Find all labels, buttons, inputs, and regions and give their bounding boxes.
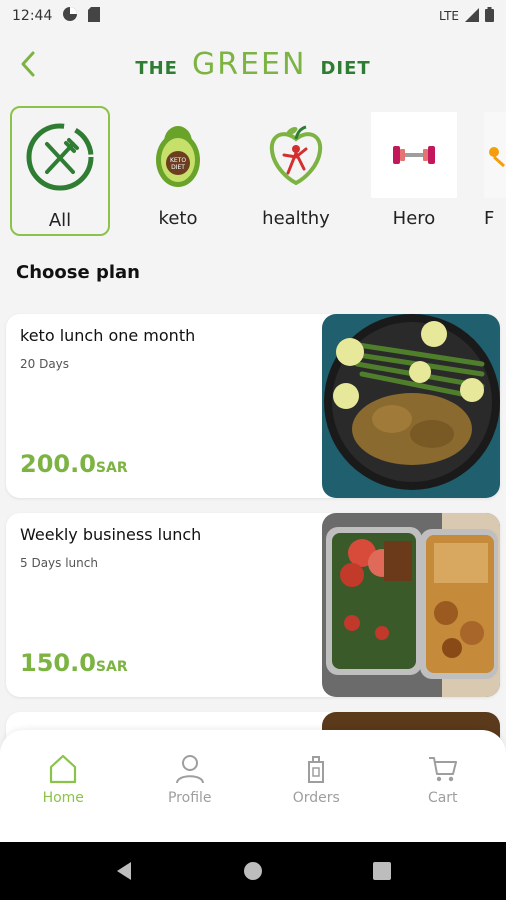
- system-home-button[interactable]: [233, 851, 273, 891]
- price-amount: 200.0: [20, 450, 96, 478]
- price-amount: 150.0: [20, 649, 96, 677]
- plan-name: Weekly business lunch: [20, 525, 202, 544]
- category-healthy[interactable]: healthy: [246, 106, 346, 236]
- brand-green: GREEN: [191, 46, 307, 82]
- back-button[interactable]: [12, 48, 44, 80]
- fork-knife-icon: [17, 114, 103, 200]
- plan-price: 150.0SAR: [20, 649, 128, 677]
- nav-label: Cart: [427, 790, 458, 806]
- category-label: Hero: [392, 208, 436, 229]
- svg-text:DIET: DIET: [171, 164, 185, 171]
- category-label: keto: [158, 208, 198, 229]
- category-label: F: [484, 208, 495, 229]
- category-keto[interactable]: KETO DIET keto: [128, 106, 228, 236]
- plan-image: [322, 314, 500, 498]
- chevron-left-icon: [21, 51, 35, 77]
- price-currency: SAR: [95, 460, 128, 476]
- plan-duration: 20 Days: [20, 357, 70, 371]
- brand-diet: DIET: [320, 57, 371, 79]
- plan-duration: 5 Days lunch: [20, 556, 98, 570]
- category-list: All KETO DIET keto healthy Hero F: [0, 106, 506, 238]
- dumbbell-icon: [371, 112, 457, 198]
- system-back-button[interactable]: [104, 851, 144, 891]
- apple-heart-icon: [253, 112, 339, 198]
- signal-icon: [465, 7, 479, 25]
- plan-card[interactable]: Weekly business lunch 5 Days lunch 150.0…: [6, 513, 500, 697]
- bottom-navigation: Home Profile Orders Cart: [0, 730, 506, 842]
- nav-home[interactable]: Home: [0, 754, 127, 806]
- plan-card[interactable]: keto lunch one month 20 Days 200.0SAR: [6, 314, 500, 498]
- square-recents-icon: [372, 862, 391, 880]
- app-header: THE GREEN DIET: [0, 36, 506, 92]
- circle-home-icon: [243, 862, 262, 880]
- status-bar: 12:44 LTE: [0, 0, 506, 32]
- category-label: All: [48, 210, 72, 231]
- battery-icon: [485, 7, 494, 25]
- cart-icon: [428, 757, 457, 782]
- category-label: healthy: [262, 208, 330, 229]
- nav-profile[interactable]: Profile: [127, 754, 254, 806]
- data-saver-icon: [62, 6, 78, 26]
- home-icon: [50, 754, 77, 784]
- system-navigation-bar: [0, 842, 506, 900]
- network-type: LTE: [439, 9, 459, 23]
- section-title: Choose plan: [16, 262, 140, 283]
- orders-icon: [308, 756, 325, 783]
- price-currency: SAR: [95, 659, 128, 675]
- nav-label: Home: [42, 790, 84, 806]
- sd-card-icon: [88, 6, 101, 26]
- nav-cart[interactable]: Cart: [380, 754, 506, 806]
- plan-image: [322, 513, 500, 697]
- nav-label: Profile: [167, 790, 212, 806]
- plan-name: keto lunch one month: [20, 326, 196, 345]
- nav-label: Orders: [292, 790, 340, 806]
- partial-icon: [484, 112, 506, 198]
- system-recents-button[interactable]: [362, 851, 402, 891]
- triangle-back-icon: [117, 862, 132, 880]
- status-time: 12:44: [12, 8, 53, 24]
- plan-price: 200.0SAR: [20, 450, 128, 478]
- person-icon: [175, 755, 204, 784]
- brand-logo: THE GREEN DIET: [135, 47, 370, 82]
- category-partial[interactable]: F: [484, 106, 506, 236]
- avocado-keto-icon: KETO DIET: [135, 112, 221, 198]
- brand-the: THE: [135, 57, 178, 79]
- svg-text:KETO: KETO: [170, 157, 186, 164]
- category-all[interactable]: All: [10, 106, 110, 236]
- category-hero[interactable]: Hero: [364, 106, 464, 236]
- nav-orders[interactable]: Orders: [253, 754, 380, 806]
